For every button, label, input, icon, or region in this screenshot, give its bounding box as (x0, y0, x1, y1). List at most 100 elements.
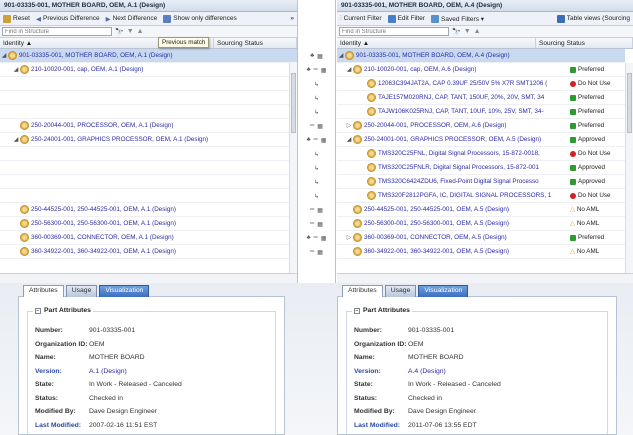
tree-row[interactable]: 360-34922-001, 360-34922-001, OEM, A.5 (… (337, 245, 625, 259)
find-previous-icon[interactable]: ▼ (464, 28, 471, 35)
sourcing-status-column-header[interactable]: Sourcing Status (536, 38, 633, 48)
equal-icon: ═ (310, 249, 315, 255)
tree-row[interactable]: 12063C394JAT2A, CAP 0.39UF 25/50V 5% X7R… (337, 77, 625, 91)
tree-row[interactable]: ◢ 250-24001-001, GRAPHICS PROCESSOR, OEM,… (0, 133, 297, 147)
tree-row[interactable]: TMS320C6424ZDU6, Fixed-Point Digital Sig… (337, 175, 625, 189)
current-filter-button[interactable]: ⫶ Current Filter (340, 15, 382, 23)
sourcing-status-cell: Do Not Use (570, 150, 625, 157)
tree-row[interactable]: ◢ 901-03335-001, MOTHER BOARD, OEM, A.1 (… (0, 49, 297, 63)
right-find-row: 🔭 ▼ ▲ (337, 26, 633, 38)
attribute-row: Version: A.4 (Design) (354, 367, 446, 375)
right-toolbar: ⫶ Current Filter Edit Filter Saved Filter… (337, 12, 633, 26)
identity-column-header[interactable]: Identity ▲ (337, 38, 536, 48)
tree-row-empty (0, 147, 297, 161)
tree-row[interactable]: TMS320C25FNLR, Digital Signal Processors… (337, 161, 625, 175)
no-aml-warning-icon: △ (570, 206, 575, 213)
expand-icon[interactable]: ▷ (345, 234, 353, 241)
part-icon (367, 93, 376, 102)
equal-icon: ═ (310, 207, 315, 213)
tab-attributes[interactable]: Attributes (23, 285, 64, 297)
previous-difference-button[interactable]: ◀ Previous Difference (36, 15, 100, 23)
part-attributes-header[interactable]: − Part Attributes (33, 307, 93, 314)
tree-row[interactable]: TAJW106K025RNJ, CAP, TANT, 10UF, 10%, 25… (337, 105, 625, 119)
tree-row[interactable]: TMS320F2812PGFA, IC, DIGITAL SIGNAL PROC… (337, 189, 625, 203)
part-icon (353, 233, 362, 242)
tree-row[interactable]: ▷ 250-20044-001, PROCESSOR, OEM, A.6 (Des… (337, 119, 625, 133)
tree-row[interactable]: ◢ 210-10020-001, cap, OEM, A.1 (Design) (0, 63, 297, 77)
added-arrow-icon: ↳ (313, 95, 320, 102)
expand-icon[interactable]: ▷ (345, 122, 353, 129)
tree-row[interactable]: TMS320C25FNL, Digital Signal Processors,… (337, 147, 625, 161)
left-horizontal-scrollbar[interactable] (0, 273, 297, 283)
edit-filter-button[interactable]: Edit Filter (387, 14, 425, 23)
find-next-icon[interactable]: ▲ (137, 28, 144, 35)
find-next-icon[interactable]: ▲ (474, 28, 481, 35)
tree-row[interactable]: 250-56300-001, 250-56300-001, OEM, A.1 (… (0, 217, 297, 231)
tree-row[interactable]: 360-34922-001, 360-34922-001, OEM, A.1 (… (0, 245, 297, 259)
part-attributes-header[interactable]: − Part Attributes (352, 307, 412, 314)
right-vertical-scrollbar[interactable] (625, 63, 633, 273)
tree-row[interactable]: TAJE157M020RNJ, CAP, TANT, 150UF, 20%, 2… (337, 91, 625, 105)
tree-row[interactable]: ◢ 250-24001-001, GRAPHICS PROCESSOR, OEM,… (337, 133, 625, 147)
collapse-section-icon[interactable]: − (35, 307, 41, 314)
collapse-icon[interactable]: ◢ (345, 66, 353, 73)
tree-row[interactable]: 250-20044-001, PROCESSOR, OEM, A.1 (Desi… (0, 119, 297, 133)
next-difference-button[interactable]: ▶ Next Difference (106, 15, 158, 23)
tab-attributes[interactable]: Attributes (342, 285, 383, 297)
tree-row[interactable]: 250-44525-001, 250-44525-001, OEM, A.5 (… (337, 203, 625, 217)
collapse-icon[interactable]: ◢ (0, 52, 8, 59)
previous-icon: ◀ (35, 15, 41, 23)
toolbar-overflow-button[interactable]: » (290, 15, 294, 22)
version-link[interactable]: A.1 (Design) (89, 368, 127, 375)
find-binoculars-icon[interactable]: 🔭 (115, 28, 124, 36)
reset-button[interactable]: Reset (3, 14, 30, 23)
tree-row-empty (0, 77, 297, 91)
preferred-status-icon (570, 94, 576, 101)
tree-row[interactable]: 360-00369-001, CONNECTOR, OEM, A.1 (Desi… (0, 231, 297, 245)
reset-icon (3, 14, 11, 23)
part-icon (367, 149, 376, 158)
no-aml-warning-icon: △ (570, 220, 575, 227)
compare-row: ♣ ═ ▦ (298, 133, 335, 147)
attribute-row: Status: Checked in (354, 394, 443, 402)
compare-row: ↳ (298, 189, 335, 203)
tree-row[interactable]: 250-44525-001, 250-44525-001, OEM, A.1 (… (0, 203, 297, 217)
tree-row[interactable]: ◢ 210-10020-001, cap, OEM, A.6 (Design) Pr… (337, 63, 625, 77)
tab-visualization[interactable]: Visualization (99, 285, 150, 297)
collapse-icon[interactable]: ◢ (12, 66, 20, 73)
tab-visualization[interactable]: Visualization (418, 285, 469, 297)
saved-filters-dropdown[interactable]: Saved Filters ▾ (431, 14, 484, 23)
version-link[interactable]: A.4 (Design) (408, 368, 446, 375)
collapse-icon[interactable]: ◢ (12, 136, 20, 143)
tree-row-empty (0, 91, 297, 105)
attribute-row: Last Modified: 2011-07-06 13:55 EDT (354, 421, 477, 429)
find-binoculars-icon[interactable]: 🔭 (452, 28, 461, 36)
left-vertical-scrollbar[interactable] (289, 63, 297, 273)
next-icon: ▶ (105, 15, 111, 23)
changed-icon: ♣ (306, 235, 311, 241)
tree-row[interactable]: ◢ 901-03335-001, MOTHER BOARD, OEM, A.4 (… (337, 49, 625, 63)
collapse-icon[interactable]: ◢ (337, 52, 345, 59)
right-structure-pane: 901-03335-001, MOTHER BOARD, OEM, A.4 (D… (337, 0, 633, 283)
tree-row[interactable]: 250-56300-001, 250-56300-001, OEM, A.5 (… (337, 217, 625, 231)
right-details-tabs: Attributes Usage Visualization (342, 285, 469, 297)
compare-row: ♣ ▦ (298, 49, 335, 63)
sourcing-status-cell: Preferred (570, 122, 625, 129)
sourcing-status-column-header[interactable]: Sourcing Status (214, 38, 297, 48)
tab-usage[interactable]: Usage (384, 285, 417, 297)
scroll-thumb[interactable] (291, 73, 296, 133)
right-find-in-structure-input[interactable] (339, 27, 449, 36)
tree-row[interactable]: ▷ 360-00369-001, CONNECTOR, OEM, A.5 (Des… (337, 231, 625, 245)
table-views-dropdown[interactable]: Table views (Sourcing (556, 14, 630, 23)
part-icon (20, 205, 29, 214)
find-previous-icon[interactable]: ▼ (127, 28, 134, 35)
show-only-differences-toggle[interactable]: Show only differences (163, 14, 237, 23)
tab-usage[interactable]: Usage (65, 285, 98, 297)
compare-row: ↳ (298, 175, 335, 189)
saved-filters-icon (431, 14, 440, 23)
scroll-thumb[interactable] (627, 73, 632, 133)
collapse-icon[interactable]: ◢ (345, 136, 353, 143)
left-find-in-structure-input[interactable] (2, 27, 112, 36)
collapse-section-icon[interactable]: − (354, 307, 360, 314)
right-horizontal-scrollbar[interactable] (337, 273, 633, 283)
